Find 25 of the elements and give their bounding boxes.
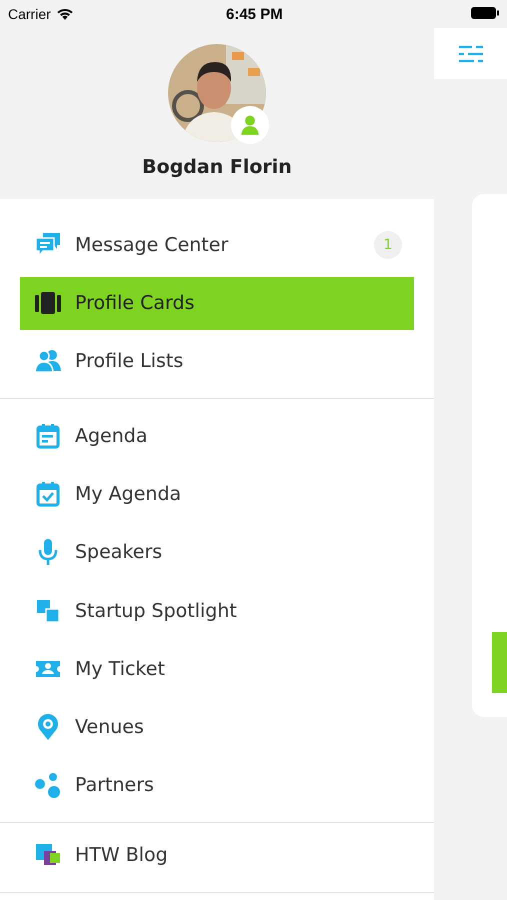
calendar-icon	[34, 422, 62, 450]
menu-item[interactable]: Profile Lists	[20, 334, 414, 388]
dots-icon	[34, 771, 62, 800]
profile-name: Bogdan Florin	[142, 156, 292, 178]
card-accent-strip	[492, 632, 507, 693]
menu-item[interactable]: My Ticket	[20, 642, 414, 696]
menu-item[interactable]: HTW Blog	[20, 828, 414, 882]
filter-button[interactable]	[434, 28, 507, 79]
user-icon	[231, 106, 269, 144]
cards-icon	[34, 289, 62, 317]
menu-item[interactable]: Speakers	[20, 526, 414, 579]
menu-item[interactable]: Profile Cards	[20, 276, 414, 330]
battery-icon	[470, 6, 500, 20]
unread-count: 1	[374, 230, 402, 259]
menu-item[interactable]: Startup Spotlight	[20, 584, 414, 637]
calendar-check-icon	[34, 480, 62, 508]
menu-item[interactable]: Venues	[20, 700, 414, 754]
status-time: 6:45 PM	[226, 6, 283, 22]
wifi-icon	[56, 8, 74, 20]
menu-item[interactable]: Message Center 1	[20, 218, 414, 272]
carrier-name: Carrier	[8, 6, 51, 22]
menu-item[interactable]: Agenda	[20, 409, 414, 462]
menu-item[interactable]: Partners	[20, 758, 414, 812]
menu-item[interactable]: My Agenda	[20, 468, 414, 520]
filter-icon	[458, 44, 484, 64]
